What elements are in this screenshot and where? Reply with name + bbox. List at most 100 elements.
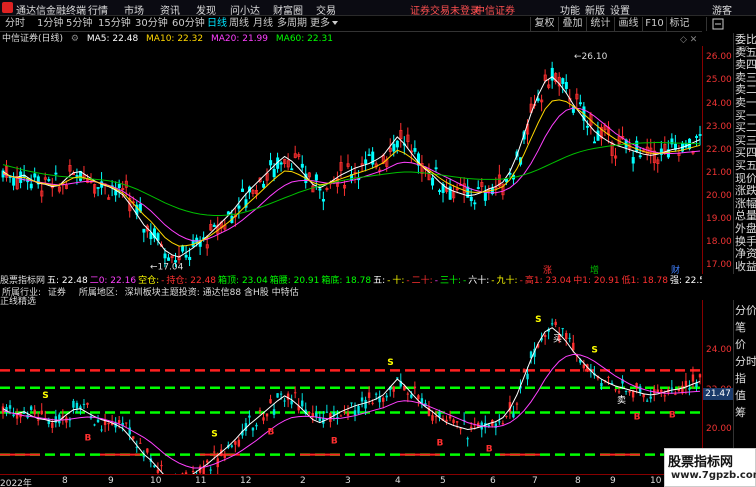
candlestick-chart[interactable]: ←26.10 ←17.04 涨 增 财 xyxy=(0,46,702,274)
settings-gear-icon[interactable]: ⚙ xyxy=(71,34,79,44)
sub-candle-body xyxy=(413,386,417,389)
candle-body xyxy=(483,192,487,201)
candle xyxy=(652,141,656,171)
sub-candle-body xyxy=(367,392,371,398)
chart-settings-icons[interactable]: ◇ ✕ xyxy=(680,35,700,45)
candle xyxy=(473,199,477,210)
candle-body xyxy=(578,102,582,105)
sub-panel-item[interactable]: 笔 xyxy=(735,321,756,335)
sub-candle xyxy=(255,422,258,430)
period-60min[interactable]: 60分钟 xyxy=(170,17,207,31)
f10-button[interactable]: F10 xyxy=(642,17,666,31)
sub-candle xyxy=(670,380,674,394)
candle xyxy=(283,158,287,168)
candle xyxy=(251,188,255,197)
sub-panel-item[interactable]: 分价 xyxy=(735,304,756,318)
sub-candle xyxy=(26,411,29,420)
menu-quotes[interactable]: 行情 xyxy=(88,2,108,17)
candle-body xyxy=(364,159,368,164)
ma20-value: MA20: 21.99 xyxy=(210,34,269,44)
login-notice[interactable]: 证券交易未登录 xyxy=(410,2,480,17)
date-tick: 7 xyxy=(532,476,538,486)
candle xyxy=(209,219,213,232)
period-5min[interactable]: 5分钟 xyxy=(64,17,94,31)
sub-candle xyxy=(86,402,89,409)
menu-discover[interactable]: 发现 xyxy=(196,2,216,17)
sub-candle-body xyxy=(8,405,12,409)
candle-body xyxy=(413,148,417,152)
sub-candle xyxy=(684,372,688,395)
menu-ask[interactable]: 问小达 xyxy=(230,2,260,17)
sub-candle xyxy=(445,415,448,425)
sub-candle-body xyxy=(688,388,691,390)
menu-function[interactable]: 功能 xyxy=(560,2,580,17)
candle xyxy=(550,61,554,89)
candle xyxy=(244,193,248,212)
candle xyxy=(293,145,297,159)
restore-rights-button[interactable]: 复权 xyxy=(530,17,558,31)
period-weekly[interactable]: 周线 xyxy=(227,17,251,31)
period-15min[interactable]: 15分钟 xyxy=(96,17,133,31)
candle-body xyxy=(631,157,635,164)
menu-trade[interactable]: 交易 xyxy=(316,2,336,17)
region-value: 深圳板块主题投资: 通达信88 含H股 中特估 xyxy=(124,288,299,298)
sub-candle-body xyxy=(37,419,40,421)
high-price-label: ←26.10 xyxy=(574,52,608,62)
sub-candle xyxy=(191,465,195,474)
sub-panel-item[interactable]: 分时 xyxy=(735,355,756,369)
signal-label: B xyxy=(437,438,444,448)
indicator-legend-item: - xyxy=(491,276,495,286)
price-tick: 23.00 xyxy=(706,121,732,132)
statistics-button[interactable]: 统计 xyxy=(586,17,614,31)
guest-user[interactable]: 游客 xyxy=(712,2,732,17)
candle-body xyxy=(434,167,438,170)
indicator-legend-item: 低1: 18.78 xyxy=(621,276,669,286)
period-30min[interactable]: 30分钟 xyxy=(133,17,170,31)
sub-candle xyxy=(413,381,417,395)
mark-button[interactable]: 标记 xyxy=(666,17,692,31)
candle xyxy=(420,155,424,182)
indicator-chart[interactable]: SBBSBBSBBSSBB买卖 xyxy=(0,300,702,474)
date-tick: 2022年 xyxy=(0,479,32,487)
expand-panel-icon[interactable] xyxy=(706,17,728,31)
period-daily[interactable]: 日线 xyxy=(205,17,229,31)
menu-wealth[interactable]: 财富圈 xyxy=(273,2,303,17)
period-multi[interactable]: 多周期 xyxy=(275,17,309,31)
period-more[interactable]: 更多 xyxy=(308,17,332,31)
overlay-button[interactable]: 叠加 xyxy=(558,17,586,31)
sub-panel-item[interactable]: 筹 xyxy=(735,406,756,420)
menu-new-version[interactable]: 新版 xyxy=(585,2,605,17)
sub-candle xyxy=(146,448,149,455)
draw-line-button[interactable]: 画线 xyxy=(614,17,642,31)
indicator-tick: 24.00 xyxy=(706,345,732,356)
sub-candle-body xyxy=(117,420,121,424)
order-book-item[interactable]: 收益 xyxy=(735,260,756,274)
price-tick: 22.00 xyxy=(706,144,732,155)
indicator-legend-item: - xyxy=(463,276,467,286)
stock-name[interactable]: 中信证券(日线) xyxy=(2,34,63,44)
sub-panel-item[interactable]: 值 xyxy=(735,389,756,403)
sub-candle xyxy=(93,423,96,427)
indicator-legend-item: 箱顶: 23.04 xyxy=(218,276,268,286)
watermark-title: 股票指标网 xyxy=(668,455,734,470)
menu-settings[interactable]: 设置 xyxy=(610,2,630,17)
broker-name[interactable]: 中信证券 xyxy=(475,2,515,17)
menu-news[interactable]: 资讯 xyxy=(160,2,180,17)
candle-body xyxy=(75,175,79,177)
candle xyxy=(145,224,149,238)
sub-panel-item[interactable]: 价 xyxy=(735,338,756,352)
period-monthly[interactable]: 月线 xyxy=(251,17,275,31)
period-tick[interactable]: 分时 xyxy=(3,17,27,31)
date-tick: 8 xyxy=(575,476,581,486)
indicator-legend-item: 中1: 20.91 xyxy=(573,276,620,286)
candle xyxy=(269,152,273,170)
indicator-legend-item: 强: 22.59 xyxy=(670,276,702,286)
candle xyxy=(240,179,244,192)
period-1min[interactable]: 1分钟 xyxy=(35,17,65,31)
sub-panel-item[interactable]: 指 xyxy=(735,372,756,386)
sub-candle-body xyxy=(614,389,617,391)
sub-candle-body xyxy=(487,424,490,427)
chevron-down-icon[interactable] xyxy=(332,21,338,25)
sub-candle-body xyxy=(40,410,43,415)
menu-market[interactable]: 市场 xyxy=(124,2,144,17)
